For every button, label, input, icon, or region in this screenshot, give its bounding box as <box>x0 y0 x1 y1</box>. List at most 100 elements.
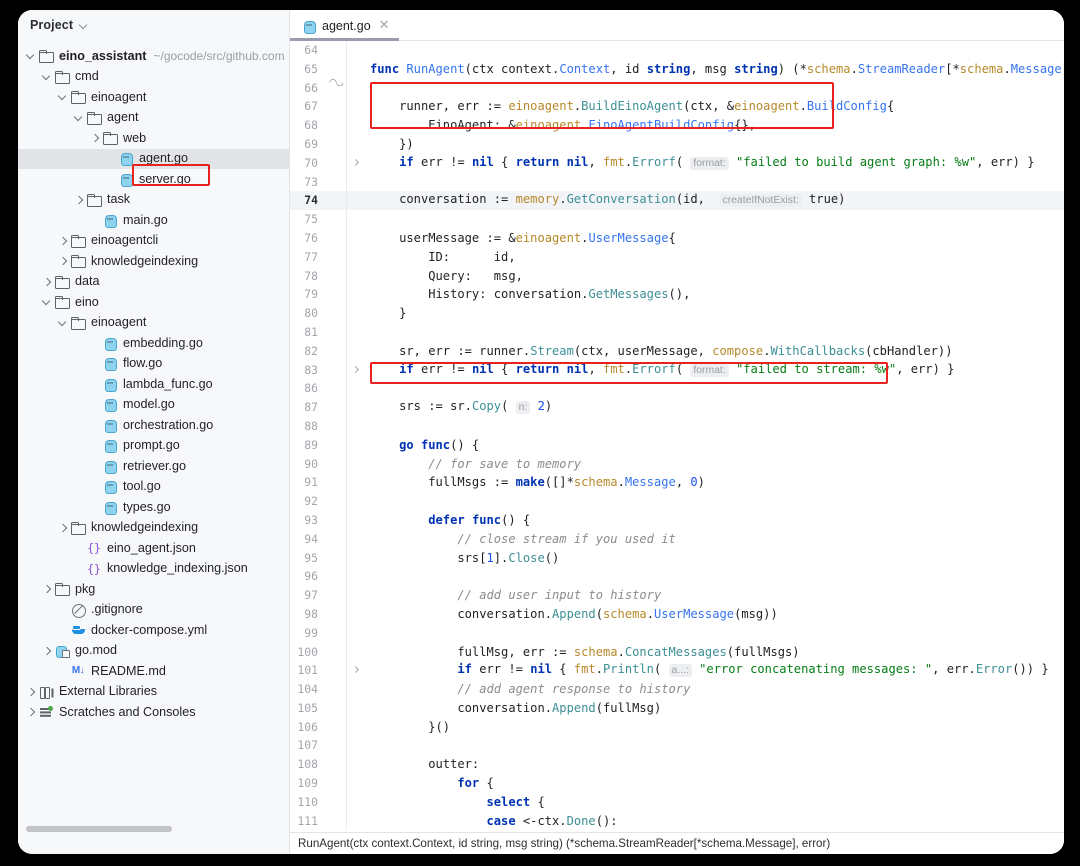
code-editor[interactable]: 6465◠◡func RunAgent(ctx context.Context,… <box>290 41 1064 832</box>
code-line[interactable]: 77 ID: id, <box>290 248 1064 267</box>
tree-item-scratches-and-consoles[interactable]: Scratches and Consoles <box>18 702 289 723</box>
code-line[interactable]: 90 // for save to memory <box>290 455 1064 474</box>
code-line[interactable]: 91 fullMsgs := make([]*schema.Message, 0… <box>290 473 1064 492</box>
tree-item-task[interactable]: task <box>18 190 289 211</box>
code-line[interactable]: 79 History: conversation.GetMessages(), <box>290 285 1064 304</box>
tree-item-knowledgeindexing[interactable]: knowledgeindexing <box>18 251 289 272</box>
code-line[interactable]: 69 }) <box>290 135 1064 154</box>
tree-item-external-libraries[interactable]: External Libraries <box>18 682 289 703</box>
chevron-right-icon[interactable] <box>24 685 38 699</box>
tree-item-tool-go[interactable]: tool.go <box>18 477 289 498</box>
tree-item-knowledgeindexing[interactable]: knowledgeindexing <box>18 518 289 539</box>
tree-item-docker-compose-yml[interactable]: docker-compose.yml <box>18 620 289 641</box>
chevron-down-icon[interactable] <box>80 21 89 30</box>
chevron-right-icon[interactable] <box>56 234 70 248</box>
project-tree[interactable]: eino_assistant~/gocode/src/github.com/cl… <box>18 40 289 854</box>
code-line[interactable]: 94 // close stream if you used it <box>290 530 1064 549</box>
tree-item-data[interactable]: data <box>18 272 289 293</box>
code-line[interactable]: 92 <box>290 492 1064 511</box>
chevron-right-icon[interactable] <box>40 644 54 658</box>
tree-item-pkg[interactable]: pkg <box>18 579 289 600</box>
code-line[interactable]: 88 <box>290 417 1064 436</box>
tree-item-prompt-go[interactable]: prompt.go <box>18 436 289 457</box>
chevron-down-icon[interactable] <box>56 316 70 330</box>
tree-item-types-go[interactable]: types.go <box>18 497 289 518</box>
code-line[interactable]: 73 <box>290 173 1064 192</box>
tree-item-knowledge-indexing-json[interactable]: {}knowledge_indexing.json <box>18 559 289 580</box>
sidebar-horizontal-scrollbar[interactable] <box>26 826 172 832</box>
tree-item-agent[interactable]: agent <box>18 108 289 129</box>
code-line[interactable]: 66 <box>290 79 1064 98</box>
chevron-right-icon[interactable] <box>24 705 38 719</box>
tree-item-web[interactable]: web <box>18 128 289 149</box>
tree-item-retriever-go[interactable]: retriever.go <box>18 456 289 477</box>
tree-item-einoagent[interactable]: einoagent <box>18 313 289 334</box>
tree-item-eino[interactable]: eino <box>18 292 289 313</box>
chevron-down-icon[interactable] <box>40 70 54 84</box>
code-line[interactable]: 108 outter: <box>290 755 1064 774</box>
code-line[interactable]: 110 select { <box>290 793 1064 812</box>
tree-item-lambda-func-go[interactable]: lambda_func.go <box>18 374 289 395</box>
fold-chevron-icon[interactable] <box>346 661 364 680</box>
code-line[interactable]: 74 conversation := memory.GetConversatio… <box>290 191 1064 210</box>
close-icon[interactable]: ✕ <box>379 19 390 32</box>
chevron-down-icon[interactable] <box>40 295 54 309</box>
code-line[interactable]: 111 case <-ctx.Done(): <box>290 812 1064 831</box>
chevron-down-icon[interactable] <box>24 49 38 63</box>
tree-item-agent-go[interactable]: agent.go <box>18 149 289 170</box>
chevron-right-icon[interactable] <box>40 582 54 596</box>
code-line[interactable]: 78 Query: msg, <box>290 267 1064 286</box>
tree-item-cmd[interactable]: cmd <box>18 67 289 88</box>
tree-item-go-mod[interactable]: go.mod <box>18 641 289 662</box>
code-line[interactable]: 86 <box>290 379 1064 398</box>
tree-item-flow-go[interactable]: flow.go <box>18 354 289 375</box>
code-line[interactable]: 65◠◡func RunAgent(ctx context.Context, i… <box>290 60 1064 79</box>
chevron-right-icon[interactable] <box>40 275 54 289</box>
code-line[interactable]: 93 defer func() { <box>290 511 1064 530</box>
tree-item-model-go[interactable]: model.go <box>18 395 289 416</box>
code-line[interactable]: 81 <box>290 323 1064 342</box>
code-line[interactable]: 67 runner, err := einoagent.BuildEinoAge… <box>290 97 1064 116</box>
tab-agent-go[interactable]: agent.go ✕ <box>290 10 399 41</box>
code-line[interactable]: 105 conversation.Append(fullMsg) <box>290 699 1064 718</box>
code-line[interactable]: 107 <box>290 736 1064 755</box>
code-line[interactable]: 106 }() <box>290 718 1064 737</box>
chevron-right-icon[interactable] <box>88 131 102 145</box>
fold-chevron-icon[interactable] <box>346 361 364 380</box>
tree-item-einoagent[interactable]: einoagent <box>18 87 289 108</box>
code-line[interactable]: 98 conversation.Append(schema.UserMessag… <box>290 605 1064 624</box>
code-line[interactable]: 82 sr, err := runner.Stream(ctx, userMes… <box>290 342 1064 361</box>
chevron-right-icon[interactable] <box>72 193 86 207</box>
code-line[interactable]: 104 // add agent response to history <box>290 680 1064 699</box>
tree-item-server-go[interactable]: server.go <box>18 169 289 190</box>
code-line[interactable]: 99 <box>290 624 1064 643</box>
tree-item-einoagentcli[interactable]: einoagentcli <box>18 231 289 252</box>
code-line[interactable]: 101 if err != nil { fmt.Println( a...: "… <box>290 661 1064 680</box>
code-line[interactable]: 76 userMessage := &einoagent.UserMessage… <box>290 229 1064 248</box>
chevron-right-icon[interactable] <box>56 521 70 535</box>
code-line[interactable]: 83 if err != nil { return nil, fmt.Error… <box>290 361 1064 380</box>
tree-item-embedding-go[interactable]: embedding.go <box>18 333 289 354</box>
chevron-down-icon[interactable] <box>56 90 70 104</box>
code-line[interactable]: 87 srs := sr.Copy( n: 2) <box>290 398 1064 417</box>
code-line[interactable]: 96 <box>290 567 1064 586</box>
code-line[interactable]: 64 <box>290 41 1064 60</box>
code-line[interactable]: 80 } <box>290 304 1064 323</box>
code-line[interactable]: 89 go func() { <box>290 436 1064 455</box>
project-tool-window-header[interactable]: Project <box>18 10 289 40</box>
tree-item--gitignore[interactable]: .gitignore <box>18 600 289 621</box>
tree-item-eino-assistant[interactable]: eino_assistant~/gocode/src/github.com/cl <box>18 46 289 67</box>
code-line[interactable]: 70 if err != nil { return nil, fmt.Error… <box>290 154 1064 173</box>
code-line[interactable]: 95 srs[1].Close() <box>290 549 1064 568</box>
tree-item-main-go[interactable]: main.go <box>18 210 289 231</box>
tree-item-readme-md[interactable]: M↓README.md <box>18 661 289 682</box>
code-line[interactable]: 109 for { <box>290 774 1064 793</box>
fold-chevron-icon[interactable] <box>346 154 364 173</box>
tree-item-orchestration-go[interactable]: orchestration.go <box>18 415 289 436</box>
code-line[interactable]: 100 fullMsg, err := schema.ConcatMessage… <box>290 643 1064 662</box>
code-line[interactable]: 75 <box>290 210 1064 229</box>
tree-item-eino-agent-json[interactable]: {}eino_agent.json <box>18 538 289 559</box>
code-line[interactable]: 68 EinoAgent: &einoagent.EinoAgentBuildC… <box>290 116 1064 135</box>
code-line[interactable]: 97 // add user input to history <box>290 586 1064 605</box>
chevron-right-icon[interactable] <box>56 254 70 268</box>
